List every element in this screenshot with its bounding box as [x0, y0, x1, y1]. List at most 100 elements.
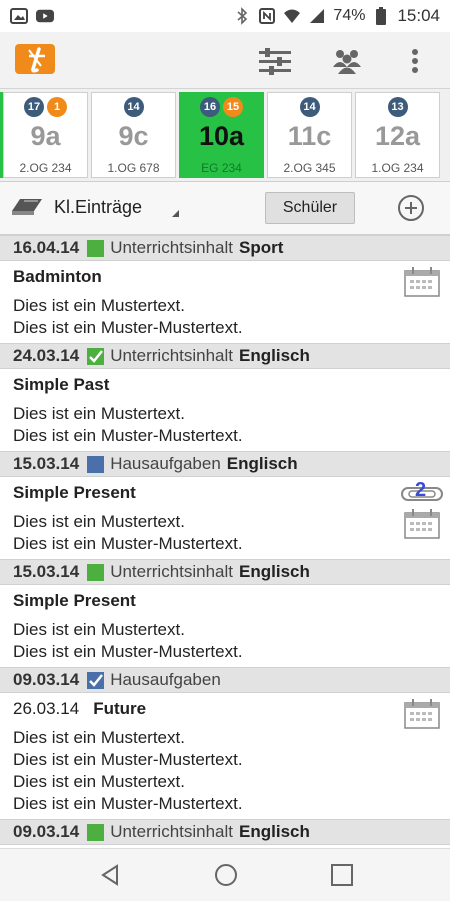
category-color-icon — [87, 563, 105, 581]
filter-sliders-icon[interactable] — [258, 44, 292, 78]
checked-category-icon — [87, 671, 105, 689]
app-toolbar — [0, 32, 450, 89]
entry-header: 09.03.14 Hausaufgaben — [0, 667, 450, 693]
calendar-icon[interactable] — [404, 509, 440, 539]
badge-group: 14 — [92, 97, 175, 117]
people-icon[interactable] — [330, 44, 364, 78]
entry-type: Unterrichtsinhalt — [110, 822, 234, 841]
entry-text-line: Dies ist ein Muster-Mustertext. — [13, 534, 243, 553]
entry-subject: Englisch — [239, 346, 310, 365]
entry-text-line: Dies ist ein Mustertext. — [13, 772, 185, 791]
checked-category-icon — [87, 347, 105, 365]
class-name: 9a — [30, 121, 61, 151]
add-entry-button[interactable] — [398, 195, 424, 221]
entry-header: 15.03.14 Hausaufgaben Englisch — [0, 451, 450, 477]
clock: 15:04 — [397, 6, 440, 25]
entry-body: Badminton Dies ist ein Mustertext. Dies is… — [0, 261, 450, 343]
class-name: 10a — [198, 121, 245, 151]
entry-text-line: Dies ist ein Muster-Mustertext. — [13, 750, 243, 769]
entry-subject: Englisch — [226, 454, 298, 473]
entry-type: Unterrichtsinhalt — [110, 238, 234, 257]
count-badge: 15 — [223, 97, 243, 117]
count-badge: 17 — [24, 97, 44, 117]
class-tile-12a[interactable]: 13 12a 1.OG 234 — [355, 92, 440, 178]
entry-text-line: Dies ist ein Mustertext. — [13, 728, 185, 747]
app-logo[interactable] — [15, 44, 55, 74]
class-tile-11c[interactable]: 14 11c 2.OG 345 — [267, 92, 352, 178]
back-icon[interactable] — [99, 863, 123, 887]
badge-group: 17 1 — [4, 97, 87, 117]
entry-title-row: Simple Past — [13, 375, 437, 395]
entry-item[interactable]: 24.03.14 Unterrichtsinhalt Englisch Simple … — [0, 343, 450, 451]
entry-date: 16.04.14 — [13, 238, 80, 257]
battery-icon — [372, 7, 390, 25]
attachment-count-button[interactable]: 2 — [400, 479, 446, 505]
signal-icon — [308, 7, 326, 25]
category-color-icon — [87, 823, 105, 841]
entry-text-line: Dies ist ein Mustertext. — [13, 296, 185, 315]
home-icon[interactable] — [214, 863, 238, 887]
entry-subject: Englisch — [239, 822, 310, 841]
entry-date: 09.03.14 — [13, 670, 80, 689]
battery-percent: 74% — [333, 7, 366, 24]
entry-body: Simple Present Dies ist ein Mustertext. Di… — [0, 477, 450, 559]
entry-item[interactable]: 09.03.14 Unterrichtsinhalt Englisch — [0, 819, 450, 845]
entry-title-row: Simple Present — [13, 483, 437, 503]
bluetooth-icon — [233, 7, 251, 25]
count-badge: 14 — [299, 97, 320, 117]
nfc-icon — [258, 7, 276, 25]
entry-item[interactable]: 15.03.14 Hausaufgaben Englisch Simple Prese… — [0, 451, 450, 559]
entry-text-line: Dies ist ein Muster-Mustertext. — [13, 794, 243, 813]
class-tile-9c[interactable]: 14 9c 1.OG 678 — [91, 92, 176, 178]
class-room: 1.OG 234 — [371, 161, 424, 175]
class-tile-10a[interactable]: 16 15 10a EG 234 — [179, 92, 264, 178]
entry-body: Simple Past Dies ist ein Mustertext. Dies … — [0, 369, 450, 451]
gallery-icon — [10, 7, 28, 25]
entry-item[interactable]: 15.03.14 Unterrichtsinhalt Englisch Simple … — [0, 559, 450, 667]
count-badge: 16 — [200, 97, 220, 117]
entry-text-line: Dies ist ein Muster-Mustertext. — [13, 426, 243, 445]
recents-icon[interactable] — [330, 863, 354, 887]
status-bar: 74% 15:04 — [0, 0, 450, 32]
entry-title: Simple Present — [13, 591, 136, 610]
entry-item[interactable]: 16.04.14 Unterrichtsinhalt Sport Badminton D… — [0, 235, 450, 343]
entries-list: 16.04.14 Unterrichtsinhalt Sport Badminton D… — [0, 235, 450, 848]
badge-group: 14 — [268, 97, 351, 117]
entry-title: Future — [93, 699, 147, 718]
entry-header: 15.03.14 Unterrichtsinhalt Englisch — [0, 559, 450, 585]
class-name: 11c — [287, 121, 332, 151]
attachment-count: 2 — [415, 479, 427, 501]
class-selector: 17 1 9a 2.OG 234 14 9c 1.OG 678 16 15 10a EG 234 14… — [0, 89, 450, 182]
entry-body: Simple Present Dies ist ein Mustertext. Di… — [0, 585, 450, 667]
calendar-icon[interactable] — [404, 267, 440, 297]
category-color-icon — [87, 239, 105, 257]
entry-type-dropdown[interactable]: Kl.Einträge — [10, 194, 142, 221]
students-button[interactable]: Schüler — [265, 192, 355, 224]
entry-type: Unterrichtsinhalt — [110, 562, 234, 581]
count-badge: 14 — [123, 97, 144, 117]
more-vert-icon[interactable] — [398, 44, 432, 78]
system-nav-bar — [0, 848, 450, 901]
entry-title-row: Simple Present — [13, 591, 437, 611]
category-color-icon — [87, 455, 105, 473]
entry-title-row: Badminton — [13, 267, 437, 287]
badge-group: 13 — [356, 97, 439, 117]
entry-type: Hausaufgaben — [110, 670, 221, 689]
entry-date: 15.03.14 — [13, 562, 80, 581]
entry-item[interactable]: 09.03.14 Hausaufgaben 26.03.14 Future Dies i… — [0, 667, 450, 819]
entry-header: 24.03.14 Unterrichtsinhalt Englisch — [0, 343, 450, 369]
count-badge: 13 — [387, 97, 408, 117]
entry-date: 24.03.14 — [13, 346, 80, 365]
class-name: 9c — [118, 121, 149, 151]
entry-date: 09.03.14 — [13, 822, 80, 841]
class-room: EG 234 — [201, 161, 242, 175]
youtube-icon — [36, 7, 54, 25]
entry-subject: Sport — [239, 238, 284, 257]
entry-type-label: Kl.Einträge — [54, 197, 143, 217]
entry-text-line: Dies ist ein Muster-Mustertext. — [13, 318, 243, 337]
class-tile-9a[interactable]: 17 1 9a 2.OG 234 — [3, 92, 88, 178]
wifi-icon — [283, 7, 301, 25]
class-room: 1.OG 678 — [107, 161, 160, 175]
calendar-icon[interactable] — [404, 699, 440, 729]
count-badge: 1 — [47, 97, 67, 117]
